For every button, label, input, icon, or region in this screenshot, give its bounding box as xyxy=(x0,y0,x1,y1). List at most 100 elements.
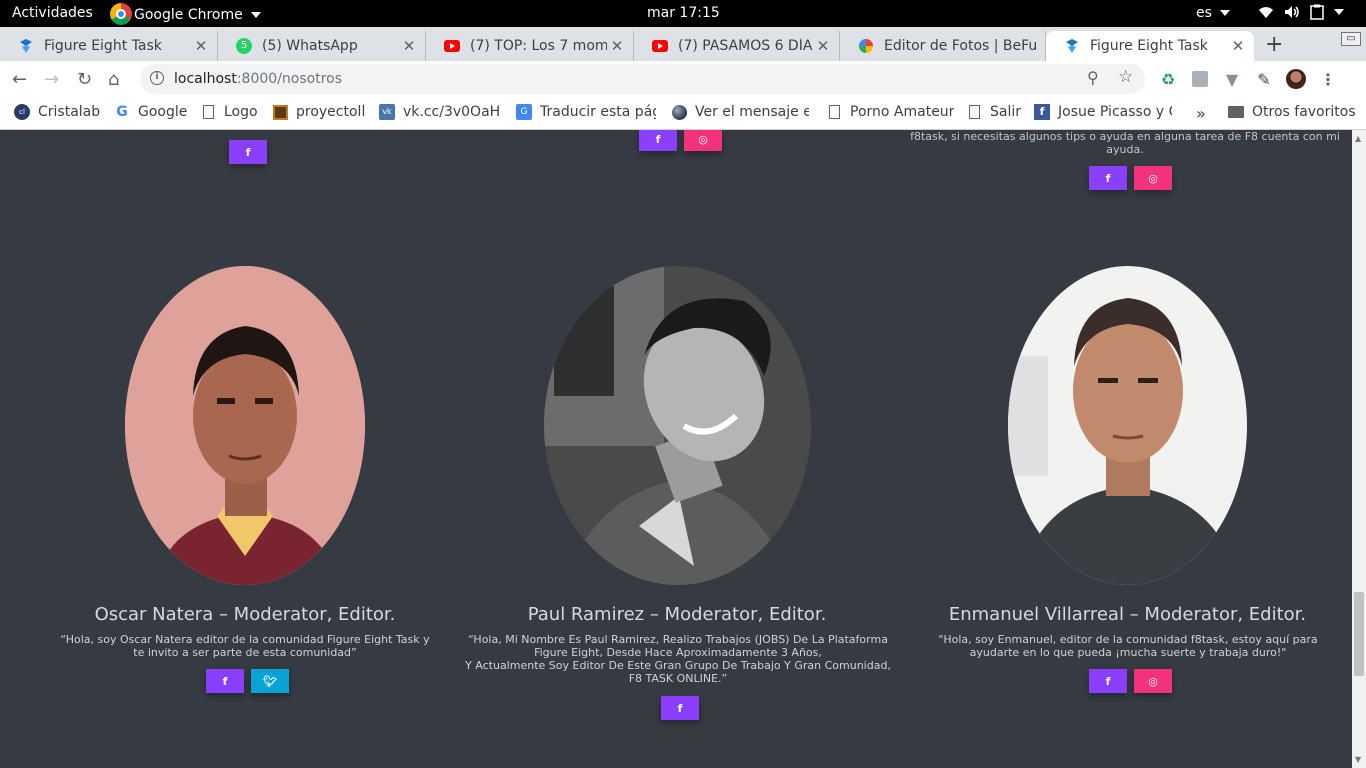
tab-youtube-top7[interactable]: (7) TOP: Los 7 mome ✕ xyxy=(426,31,634,61)
page-icon xyxy=(200,104,216,120)
bookmark-vk[interactable]: vk vk.cc/3v0OaH xyxy=(379,104,500,120)
back-button[interactable]: ← xyxy=(12,69,27,90)
tab-youtube-pasamos[interactable]: (7) PASAMOS 6 DÍAS ✕ xyxy=(634,31,840,61)
bookmark-label: Josue Picasso y C xyxy=(1058,104,1172,120)
other-bookmarks-label: Otros favoritos xyxy=(1252,104,1356,120)
instagram-button[interactable]: ◎ xyxy=(1134,669,1172,693)
facebook-icon: f xyxy=(1105,674,1111,688)
extensions-area: ♻ ▼ ✎ ⋮ xyxy=(1158,69,1338,89)
info-icon[interactable]: i xyxy=(150,71,164,85)
bookmark-salir[interactable]: Salir xyxy=(966,104,1021,120)
new-tab-button[interactable]: + xyxy=(1265,32,1283,57)
bookmark-label: Google xyxy=(138,104,188,120)
folder-icon xyxy=(1228,104,1244,120)
photo-extension-icon[interactable] xyxy=(1190,69,1210,89)
figure-eight-favicon xyxy=(18,38,34,54)
url-text[interactable]: localhost:8000/nosotros xyxy=(174,71,342,87)
facebook-button[interactable]: f xyxy=(1089,166,1127,190)
recycle-extension-icon[interactable]: ♻ xyxy=(1158,69,1178,89)
system-tray[interactable] xyxy=(1258,4,1344,20)
page-scrollbar[interactable]: ▲ ▼ xyxy=(1352,130,1366,768)
youtube-favicon xyxy=(652,38,668,54)
chrome-icon xyxy=(110,3,132,25)
bookmark-ver-mensaje[interactable]: Ver el mensaje er xyxy=(671,104,809,120)
app-menu[interactable]: Google Chrome xyxy=(110,3,261,25)
bookmark-josue-picasso[interactable]: f Josue Picasso y C xyxy=(1034,104,1172,120)
tab-befunky[interactable]: Editor de Fotos | BeFu xyxy=(840,31,1046,61)
tab-title: Figure Eight Task xyxy=(1090,38,1208,54)
facebook-button[interactable]: f xyxy=(661,696,699,720)
scroll-up-arrow-icon[interactable]: ▲ xyxy=(1355,134,1361,143)
globe-icon xyxy=(671,104,687,120)
vue-extension-icon[interactable]: ▼ xyxy=(1222,69,1242,89)
scroll-down-arrow-icon[interactable]: ▼ xyxy=(1355,755,1361,764)
tab-whatsapp[interactable]: 5 (5) WhatsApp ✕ xyxy=(218,31,426,61)
close-icon[interactable]: ✕ xyxy=(607,37,627,55)
tab-figure-eight-active[interactable]: Figure Eight Task ✕ xyxy=(1046,31,1254,61)
tab-title: (7) PASAMOS 6 DÍAS xyxy=(678,38,813,54)
window-restore-button[interactable]: ▭ xyxy=(1341,32,1361,46)
clipboard-icon xyxy=(1310,4,1324,20)
zoom-icon[interactable]: ⚲ xyxy=(1087,68,1099,87)
close-icon[interactable]: ✕ xyxy=(191,37,211,55)
facebook-icon: f xyxy=(222,674,228,688)
translate-icon: G xyxy=(516,104,532,120)
bookmark-logo[interactable]: Logo xyxy=(200,104,258,120)
close-icon[interactable]: ✕ xyxy=(813,37,833,55)
tab-badge: 5 xyxy=(236,38,252,54)
other-bookmarks-folder[interactable]: Otros favoritos xyxy=(1228,104,1356,120)
instagram-button[interactable]: ◎ xyxy=(1134,166,1172,190)
bookmark-google[interactable]: G Google xyxy=(114,104,187,120)
tab-figure-eight-1[interactable]: Figure Eight Task ✕ xyxy=(0,31,218,61)
close-icon[interactable]: ✕ xyxy=(1228,37,1248,55)
bookmark-label: Porno Amateur xyxy=(850,104,955,120)
chevron-down-icon xyxy=(250,12,261,18)
member-quote-oscar: “Hola, soy Oscar Natera editor de la com… xyxy=(60,633,430,659)
profile-avatar[interactable] xyxy=(1286,69,1306,89)
address-bar[interactable]: i localhost:8000/nosotros ⚲ ☆ xyxy=(140,64,1145,94)
facebook-button[interactable]: f xyxy=(1089,669,1127,693)
activities-button[interactable]: Actividades xyxy=(12,5,93,21)
bookmark-label: Cristalab xyxy=(38,104,101,120)
bookmark-traducir[interactable]: G Traducir esta pág xyxy=(516,104,656,120)
bookmark-label: Salir xyxy=(990,104,1022,120)
twitter-button[interactable]: 🐦︎ xyxy=(251,669,289,693)
menu-icon[interactable]: ⋮ xyxy=(1318,69,1338,89)
url-path: :8000/nosotros xyxy=(236,71,343,87)
google-icon: G xyxy=(116,104,128,120)
bookmark-proyectoll[interactable]: proyectoll xyxy=(272,104,365,120)
bookmark-label: Traducir esta pág xyxy=(540,104,656,120)
facebook-button[interactable]: f xyxy=(639,130,677,151)
member-quote-enmanuel: "Hola, soy Enmanuel, editor de la comuni… xyxy=(938,633,1318,659)
instagram-icon: ◎ xyxy=(1148,674,1158,688)
instagram-button[interactable]: ◎ xyxy=(684,130,722,151)
member-quote-paul: “Hola, Mi Nombre Es Paul Ramirez, Realiz… xyxy=(462,633,894,685)
bookmark-porno-amateur[interactable]: Porno Amateur xyxy=(826,104,954,120)
vk-icon: vk xyxy=(379,104,395,120)
member-photo-oscar xyxy=(125,266,365,585)
proyecto-icon xyxy=(272,104,288,120)
scrollbar-thumb[interactable] xyxy=(1354,592,1364,676)
befunky-favicon xyxy=(858,38,874,54)
system-top-bar: Actividades Google Chrome mar 17:15 es xyxy=(0,0,1366,27)
cristalab-icon: cl xyxy=(14,104,30,120)
bookmarks-overflow-button[interactable]: » xyxy=(1196,104,1206,123)
star-icon[interactable]: ☆ xyxy=(1118,67,1133,87)
page-icon xyxy=(826,104,842,120)
pen-extension-icon[interactable]: ✎ xyxy=(1254,69,1274,89)
bookmark-cristalab[interactable]: cl Cristalab xyxy=(14,104,100,120)
member-quote-paul-line-1: “Hola, Mi Nombre Es Paul Ramirez, Realiz… xyxy=(468,633,888,659)
home-button[interactable]: ⌂ xyxy=(108,69,119,90)
tab-strip: Figure Eight Task ✕ 5 (5) WhatsApp ✕ (7)… xyxy=(0,27,1366,61)
language-selector[interactable]: es xyxy=(1196,5,1230,21)
forward-button[interactable]: → xyxy=(44,69,59,90)
facebook-button[interactable]: f xyxy=(206,669,244,693)
clock[interactable]: mar 17:15 xyxy=(647,5,720,21)
twitter-icon: 🐦︎ xyxy=(263,674,277,688)
tab-title: (7) TOP: Los 7 mome xyxy=(470,38,607,54)
whatsapp-favicon: 5 xyxy=(236,38,252,54)
close-icon[interactable]: ✕ xyxy=(399,37,419,55)
reload-button[interactable]: ↻ xyxy=(77,69,92,90)
facebook-button[interactable]: f xyxy=(229,140,267,164)
tab-title: Figure Eight Task xyxy=(44,38,162,54)
